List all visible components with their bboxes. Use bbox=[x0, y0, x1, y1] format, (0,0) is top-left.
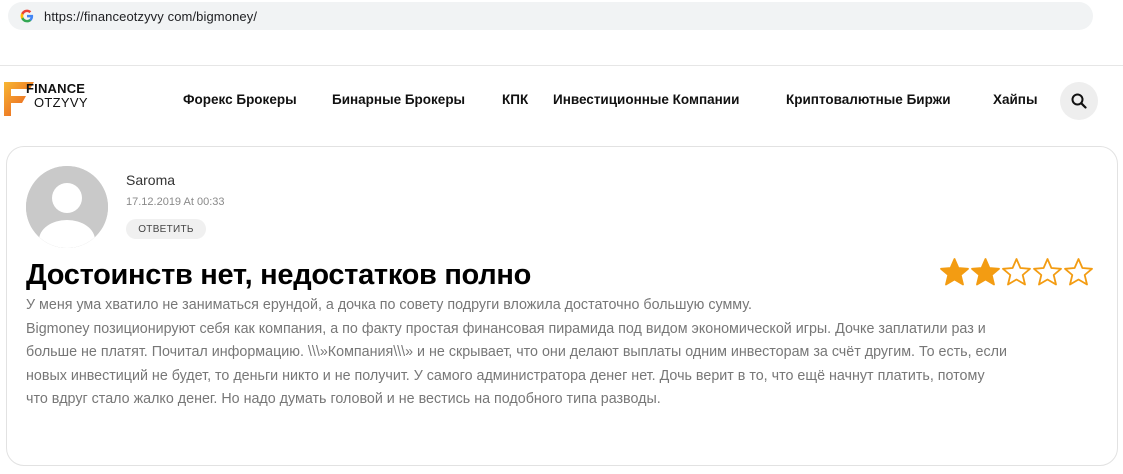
google-icon bbox=[20, 9, 34, 23]
nav-item-kpk[interactable]: КПК bbox=[502, 92, 528, 107]
url-text: https://financeotzyvy com/bigmoney/ bbox=[44, 8, 258, 24]
review-body-line: новых инвестиций не будет, то деньги ник… bbox=[26, 367, 985, 384]
star-empty-icon bbox=[1064, 258, 1093, 286]
nav-item-forex-brokers[interactable]: Форекс Брокеры bbox=[183, 92, 297, 107]
site-logo[interactable]: FINANCE OTZYVY bbox=[4, 80, 114, 120]
review-body-line: Bigmoney позиционируют себя как компания… bbox=[26, 320, 986, 337]
star-filled-icon bbox=[940, 258, 969, 286]
review-author: Saroma bbox=[126, 172, 176, 188]
logo-text-otzyvy: OTZYVY bbox=[34, 95, 88, 110]
review-body-line: У меня ума хватило не заниматься ерундой… bbox=[26, 297, 752, 313]
review-body-line: что вдруг стало жалко денег. Но надо дум… bbox=[26, 391, 661, 407]
nav-item-crypto-exchanges[interactable]: Криптовалютные Биржи bbox=[786, 92, 951, 107]
search-button[interactable] bbox=[1060, 82, 1098, 120]
star-empty-icon bbox=[1002, 258, 1031, 286]
review-body-line: больше не платят. Почитал информацию. \\… bbox=[26, 344, 1007, 360]
star-filled-icon bbox=[971, 258, 1000, 286]
nav-item-hyips[interactable]: Хайпы bbox=[993, 92, 1038, 107]
nav-item-binary-brokers[interactable]: Бинарные Брокеры bbox=[332, 92, 465, 107]
avatar bbox=[26, 166, 108, 248]
reply-button[interactable]: ОТВЕТИТЬ bbox=[126, 219, 206, 239]
review-body: У меня ума хватило не заниматься ерундой… bbox=[26, 294, 1106, 412]
nav-item-investment-companies[interactable]: Инвестиционные Компании bbox=[553, 92, 739, 107]
header-divider bbox=[0, 65, 1123, 66]
rating-stars bbox=[939, 257, 1094, 287]
search-icon bbox=[1071, 93, 1087, 109]
review-title: Достоинств нет, недостатков полно bbox=[26, 259, 532, 291]
user-avatar-icon bbox=[26, 166, 108, 248]
star-empty-icon bbox=[1033, 258, 1062, 286]
review-date: 17.12.2019 At 00:33 bbox=[126, 196, 225, 208]
address-bar[interactable]: https://financeotzyvy com/bigmoney/ bbox=[8, 2, 1093, 30]
logo-text-finance: FINANCE bbox=[26, 81, 86, 96]
review-card: Saroma 17.12.2019 At 00:33 ОТВЕТИТЬ Дост… bbox=[6, 146, 1118, 466]
